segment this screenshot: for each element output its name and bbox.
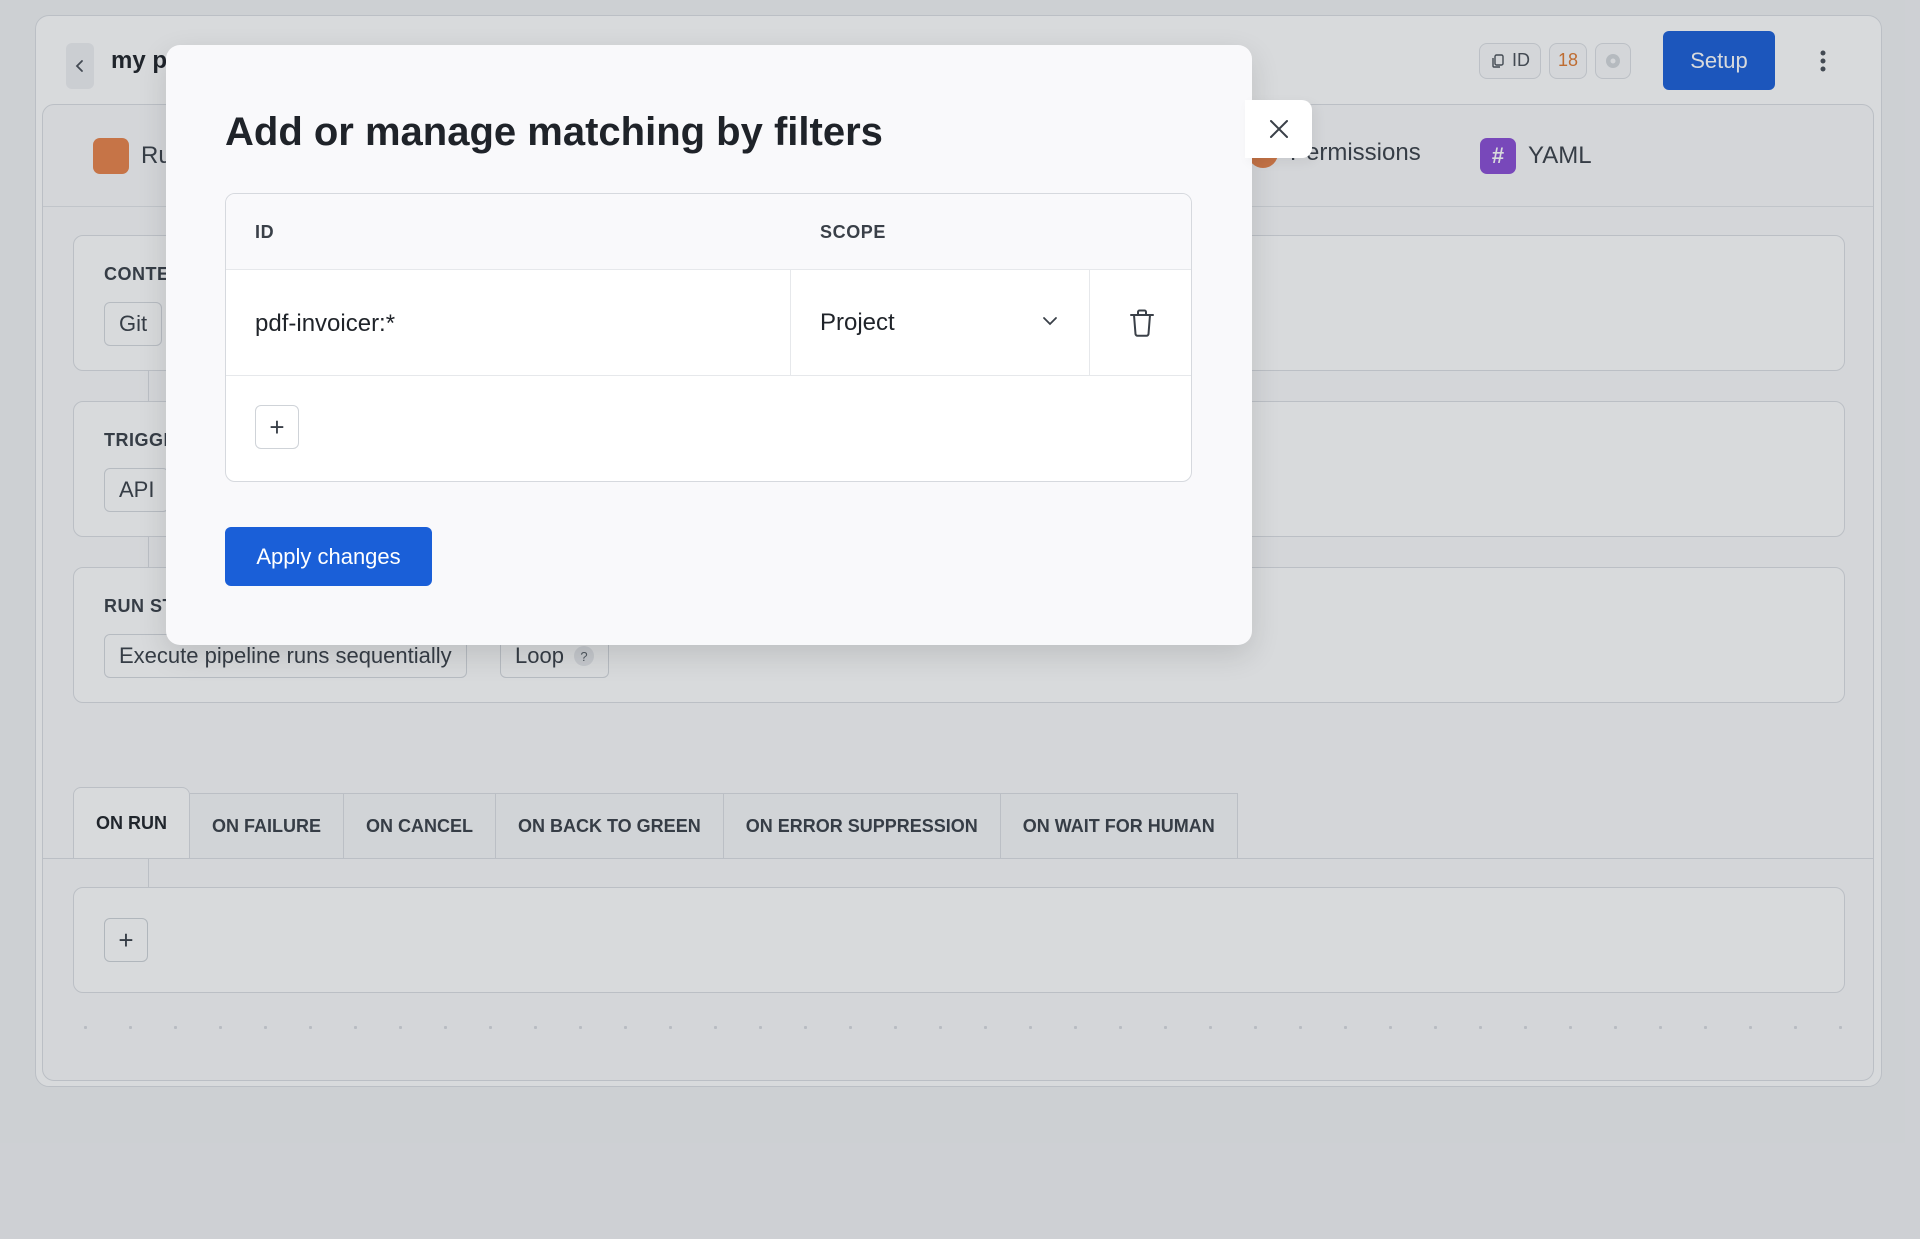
add-filter-button[interactable]: + xyxy=(255,405,299,449)
modal-title: Add or manage matching by filters xyxy=(225,110,883,154)
scope-dropdown[interactable]: Project xyxy=(791,270,1089,375)
filters-modal: Add or manage matching by filters ID SCO… xyxy=(166,45,1252,645)
trash-icon xyxy=(1129,309,1154,337)
filter-id-value[interactable]: pdf-invoicer:* xyxy=(255,310,395,338)
chevron-down-icon xyxy=(1043,317,1057,326)
delete-row-button[interactable] xyxy=(1090,270,1191,375)
filters-table: ID SCOPE pdf-invoicer:* Project + xyxy=(225,193,1192,482)
table-row: pdf-invoicer:* Project xyxy=(226,270,1191,376)
column-id: ID xyxy=(255,222,275,242)
close-modal-button[interactable] xyxy=(1245,100,1312,158)
close-icon xyxy=(1269,120,1288,138)
scope-value: Project xyxy=(820,308,895,336)
apply-changes-button[interactable]: Apply changes xyxy=(225,527,432,586)
column-scope: SCOPE xyxy=(820,222,887,242)
table-header: ID SCOPE xyxy=(226,194,1191,270)
